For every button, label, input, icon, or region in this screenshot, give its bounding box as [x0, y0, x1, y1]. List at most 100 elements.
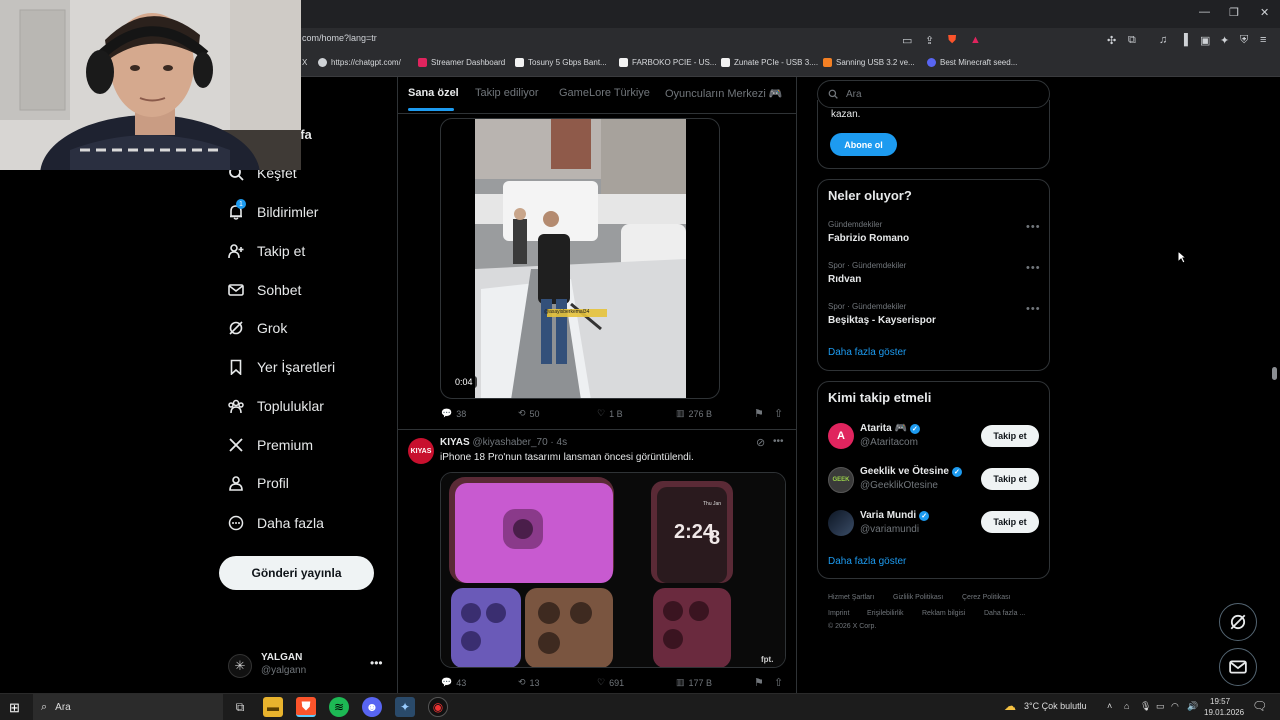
- windows-start-icon[interactable]: ⊞: [9, 700, 20, 716]
- post-time[interactable]: · 4s: [550, 437, 567, 448]
- sidebar-item-profile[interactable]: Profil: [228, 475, 289, 491]
- sidebar-item-bookmarks[interactable]: Yer İşaretleri: [228, 359, 335, 375]
- who-to-follow-show-more-link[interactable]: Daha fazla göster: [828, 556, 906, 567]
- spotify-icon[interactable]: ≋: [329, 697, 349, 717]
- author-name[interactable]: KIYAS: [440, 437, 470, 448]
- tab-for-you[interactable]: Sana özel: [408, 87, 459, 99]
- trend-item[interactable]: Spor · Gündemdekiler Rıdvan •••: [818, 257, 1049, 293]
- vpn-icon[interactable]: ⛨: [1240, 34, 1248, 47]
- microphone-icon[interactable]: 🎙: [1140, 701, 1151, 712]
- tab-oyuncularin-merkezi[interactable]: Oyuncuların Merkezi 🎮: [665, 87, 783, 100]
- avatar[interactable]: GEEK: [828, 467, 854, 493]
- trend-item[interactable]: Spor · Gündemdekiler Beşiktaş - Kayseris…: [818, 298, 1049, 334]
- sidebar-item-more[interactable]: Daha fazla: [228, 515, 324, 531]
- extensions-icon[interactable]: ✣: [1107, 34, 1116, 47]
- menu-icon[interactable]: ≡: [1260, 34, 1266, 46]
- close-icon[interactable]: ✕: [1260, 6, 1269, 19]
- bookmark-tab-fragment[interactable]: X: [302, 58, 307, 67]
- obs-icon[interactable]: ◉: [428, 697, 448, 717]
- notifications-icon[interactable]: 🗨: [1252, 699, 1267, 713]
- more-dots-icon[interactable]: •••: [773, 436, 784, 447]
- post-video[interactable]: @asayisberkemal34 0:04: [440, 118, 720, 399]
- views-button[interactable]: ▥ 276 B: [676, 408, 712, 419]
- bookmark-icon[interactable]: ⚑: [754, 407, 764, 420]
- install-app-icon[interactable]: ▭: [902, 34, 912, 47]
- bookmark-zunate[interactable]: Zunate PCIe - USB 3....: [721, 58, 818, 67]
- messages-float-button[interactable]: [1219, 648, 1257, 686]
- task-view-icon[interactable]: ⧉: [230, 697, 250, 717]
- footer-link-ads-info[interactable]: Reklam bilgisi: [922, 610, 965, 617]
- sidebar-item-follow[interactable]: Takip et: [228, 243, 305, 259]
- more-dots-icon[interactable]: •••: [1026, 262, 1041, 274]
- footer-link-more[interactable]: Daha fazla ...: [984, 610, 1025, 617]
- footer-link-terms[interactable]: Hizmet Şartları: [828, 594, 874, 601]
- sidebar-item-chat[interactable]: Sohbet: [228, 282, 301, 298]
- account-switcher[interactable]: ✳ YALGAN @yalgann •••: [228, 652, 393, 680]
- bookmark-sanning[interactable]: Sanning USB 3.2 ve...: [823, 58, 915, 67]
- minimize-icon[interactable]: —: [1199, 6, 1210, 18]
- grok-icon[interactable]: ⊘: [756, 436, 765, 449]
- taskbar-search-input[interactable]: ⌕ Ara: [33, 694, 223, 720]
- clock-date[interactable]: 19.01.2026: [1204, 708, 1244, 717]
- more-dots-icon[interactable]: •••: [1026, 221, 1041, 233]
- repost-button[interactable]: ⟲ 50: [518, 408, 540, 419]
- repost-button[interactable]: ⟲ 13: [518, 677, 540, 688]
- like-button[interactable]: ♡ 1 B: [597, 408, 623, 419]
- brave-browser-icon[interactable]: ⛊: [296, 697, 316, 717]
- url-text[interactable]: com/home?lang=tr: [302, 33, 377, 43]
- follow-suggestion-name[interactable]: Geeklik ve Ötesine ✓: [860, 466, 962, 477]
- grok-float-button[interactable]: [1219, 603, 1257, 641]
- trends-show-more-link[interactable]: Daha fazla göster: [828, 347, 906, 358]
- bookmark-icon[interactable]: ⚑: [754, 676, 764, 689]
- footer-link-cookies[interactable]: Çerez Politikası: [962, 594, 1011, 601]
- wallet-icon[interactable]: ▣: [1200, 34, 1210, 47]
- scrollbar[interactable]: [1272, 367, 1277, 380]
- subscribe-button[interactable]: Abone ol: [830, 133, 897, 156]
- more-dots-icon[interactable]: •••: [1026, 303, 1041, 315]
- network-icon[interactable]: ⌂: [1124, 701, 1129, 711]
- share-icon[interactable]: ⇧: [774, 676, 783, 689]
- app-icon[interactable]: ✦: [395, 697, 415, 717]
- bookmark-chatgpt[interactable]: https://chatgpt.com/: [318, 58, 401, 67]
- brave-shield-icon[interactable]: ⛊: [948, 34, 956, 47]
- share-icon[interactable]: ⇧: [774, 407, 783, 420]
- trend-item[interactable]: Gündemdekiler Fabrizio Romano •••: [818, 216, 1049, 252]
- media-icon[interactable]: ♫: [1159, 34, 1167, 46]
- reply-button[interactable]: 💬 43: [441, 677, 466, 688]
- sidebar-item-grok[interactable]: Grok: [228, 320, 287, 336]
- share-icon[interactable]: ⇪: [925, 34, 934, 47]
- discord-icon[interactable]: ☻: [362, 697, 382, 717]
- bookmark-tosuny[interactable]: Tosuny 5 Gbps Bant...: [515, 58, 607, 67]
- leo-ai-icon[interactable]: ✦: [1220, 34, 1229, 47]
- sidebar-item-premium[interactable]: Premium: [228, 437, 313, 453]
- follow-button[interactable]: Takip et: [981, 511, 1039, 533]
- post-button[interactable]: Gönderi yayınla: [219, 556, 374, 590]
- wifi-icon[interactable]: ◠: [1171, 701, 1179, 712]
- chevron-up-icon[interactable]: ˄: [1107, 701, 1112, 711]
- like-button[interactable]: ♡ 691: [597, 677, 624, 688]
- tab-gamelore[interactable]: GameLore Türkiye: [559, 87, 650, 99]
- follow-button[interactable]: Takip et: [981, 425, 1039, 447]
- bookmark-farboko[interactable]: FARBOKO PCIE - US...: [619, 58, 716, 67]
- footer-link-accessibility[interactable]: Erişilebilirlik: [867, 610, 904, 617]
- reply-button[interactable]: 💬 38: [441, 408, 466, 419]
- views-button[interactable]: ▥ 177 B: [676, 677, 712, 688]
- follow-button[interactable]: Takip et: [981, 468, 1039, 490]
- screenshot-icon[interactable]: ⧉: [1128, 34, 1136, 47]
- clock-time[interactable]: 19:57: [1210, 697, 1230, 706]
- restore-icon[interactable]: ❐: [1229, 6, 1239, 19]
- display-icon[interactable]: ▭: [1156, 701, 1165, 712]
- follow-suggestion-name[interactable]: Varia Mundi ✓: [860, 510, 930, 521]
- footer-link-imprint[interactable]: Imprint: [828, 610, 849, 617]
- sidebar-item-communities[interactable]: Topluluklar: [228, 398, 324, 414]
- sidebar-toggle-icon[interactable]: ▐: [1180, 34, 1188, 46]
- follow-suggestion-name[interactable]: Atarita 🎮 ✓: [860, 423, 920, 434]
- brave-rewards-icon[interactable]: ▲: [970, 34, 981, 46]
- avatar[interactable]: A: [828, 423, 854, 449]
- tab-following[interactable]: Takip ediliyor: [475, 87, 539, 99]
- sidebar-item-notifications[interactable]: 1 Bildirimler: [228, 199, 318, 220]
- file-explorer-icon[interactable]: ▬: [263, 697, 283, 717]
- avatar[interactable]: KIYAS: [408, 438, 434, 464]
- bookmark-minecraft[interactable]: Best Minecraft seed...: [927, 58, 1017, 67]
- avatar[interactable]: [828, 510, 854, 536]
